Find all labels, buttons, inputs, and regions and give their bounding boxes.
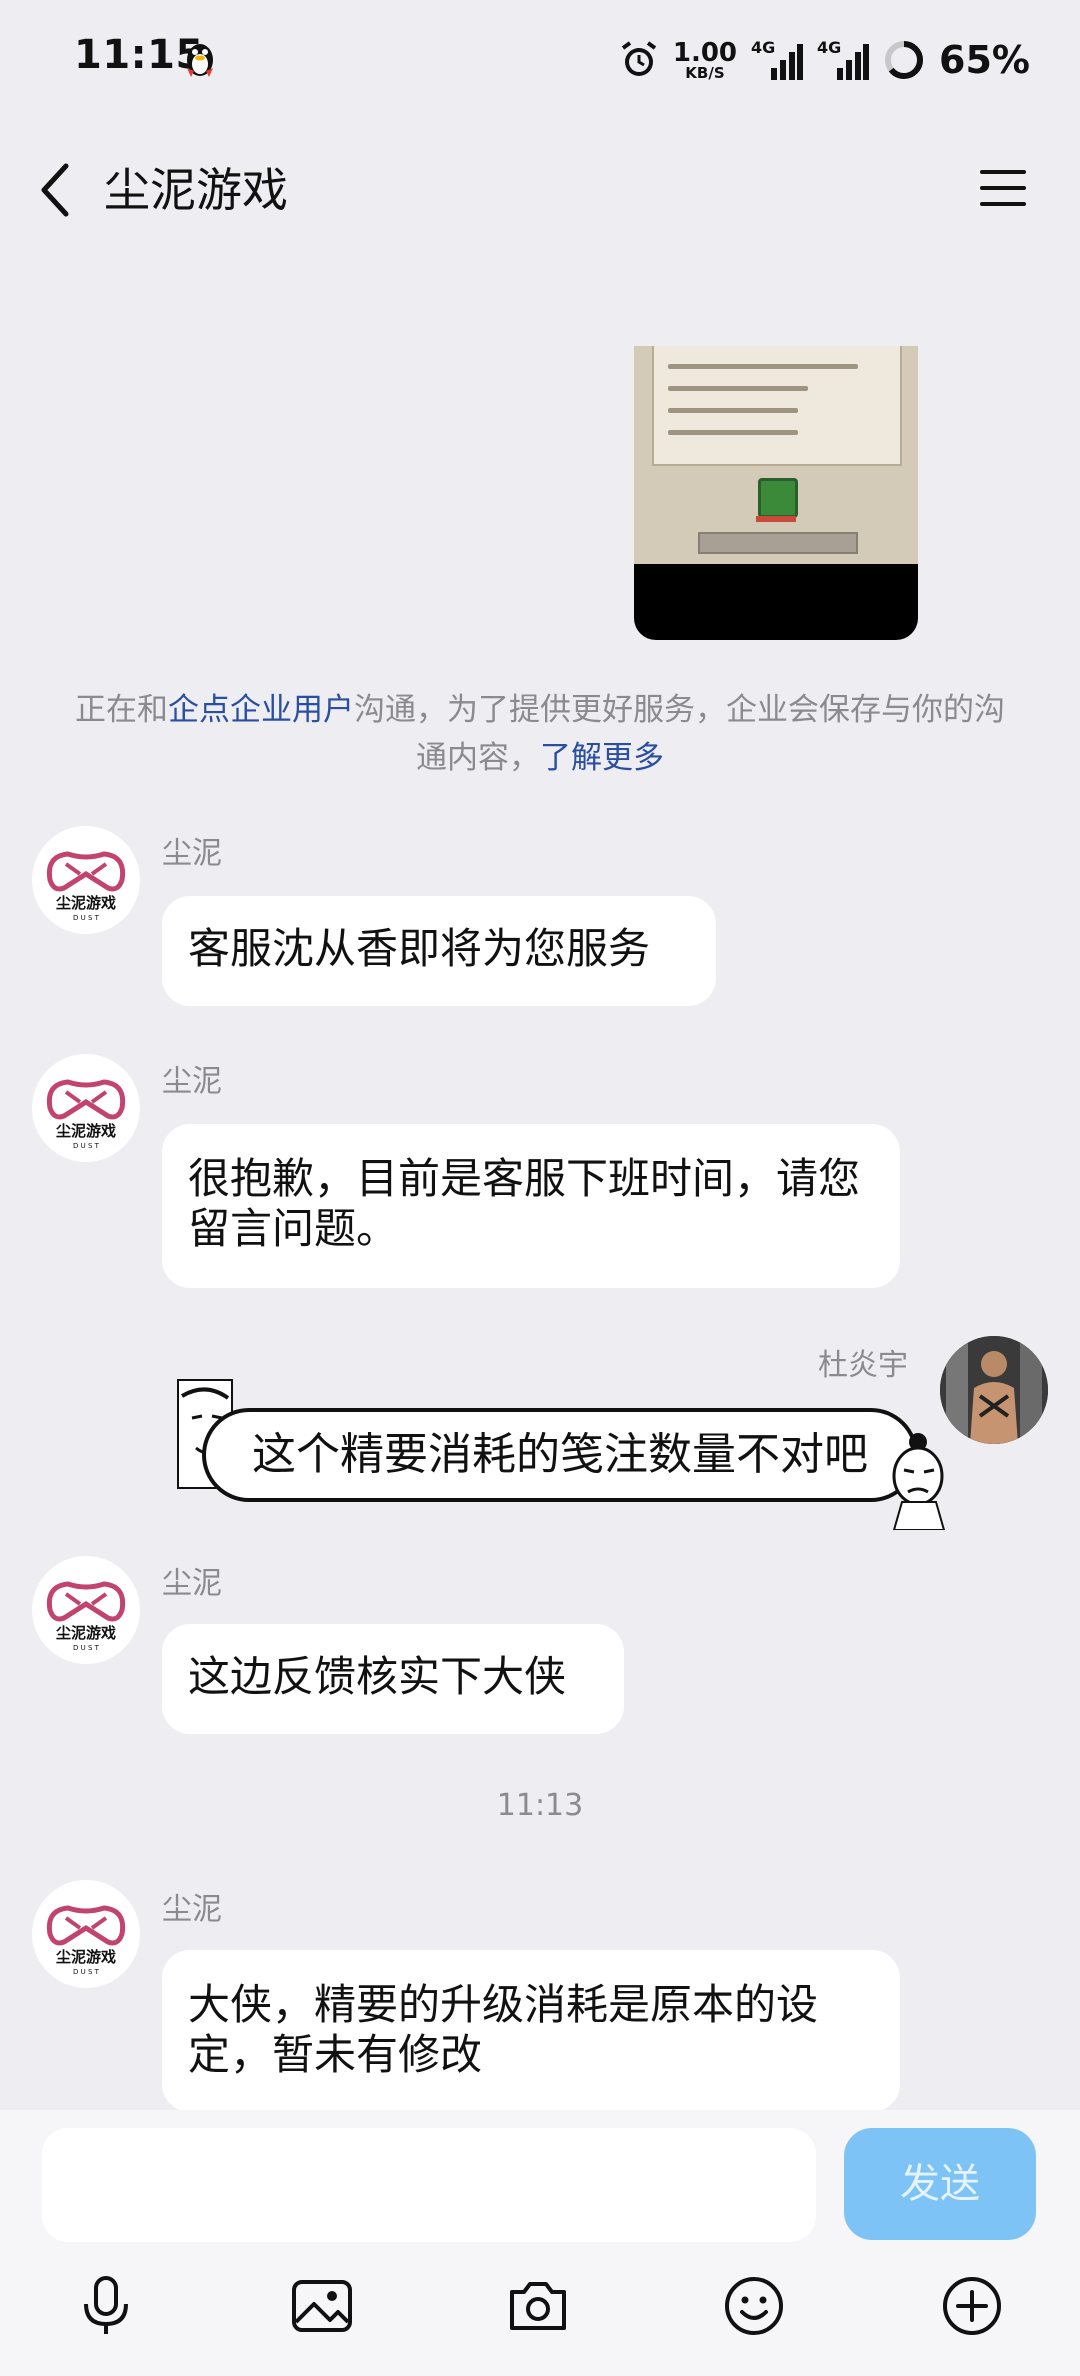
network-speed: 1.00 KB/S	[672, 37, 738, 82]
menu-icon[interactable]	[978, 166, 1028, 210]
enterprise-user-link[interactable]: 企点企业用户	[168, 692, 354, 728]
message-bubble[interactable]: 客服沈从香即将为您服务	[162, 896, 716, 1006]
sender-name: 尘泥	[162, 1892, 222, 1927]
dust-logo-icon: 尘泥游戏 D U S T	[46, 851, 126, 922]
message-bubble[interactable]: 很抱歉，目前是客服下班时间，请您留言问题。	[162, 1124, 900, 1288]
message-bubble[interactable]: 大侠，精要的升级消耗是原本的设定，暂未有修改	[162, 1950, 900, 2112]
message-input[interactable]	[42, 2128, 816, 2242]
emoji-icon[interactable]	[722, 2274, 786, 2338]
status-indicators: 1.00 KB/S 4G 4G 65%	[619, 30, 1030, 90]
alarm-icon	[621, 41, 657, 76]
enterprise-notice: 正在和企点企业用户沟通，为了提供更好服务，企业会保存与你的沟通内容，了解更多	[75, 692, 1005, 776]
microphone-icon[interactable]	[74, 2274, 138, 2338]
svg-text:尘泥游戏: 尘泥游戏	[56, 894, 116, 912]
sender-name: 尘泥	[162, 836, 222, 871]
battery-ring-icon	[885, 41, 924, 79]
plus-icon[interactable]	[940, 2274, 1004, 2338]
sticker-text: 这个精要消耗的笺注数量不对吧	[202, 1408, 918, 1502]
sticker-message[interactable]: 这个精要消耗的笺注数量不对吧	[176, 1378, 946, 1530]
svg-text:D U S T: D U S T	[73, 914, 100, 922]
avatar[interactable]: 尘泥游戏 D U S T	[32, 1556, 140, 1664]
signal-icon-2: 4G	[817, 38, 870, 82]
dust-logo-icon: 尘泥游戏 D U S T	[46, 1581, 126, 1652]
dust-logo-icon: 尘泥游戏 D U S T	[46, 1079, 126, 1150]
dust-logo-icon: 尘泥游戏 D U S T	[46, 1905, 126, 1976]
camera-icon[interactable]	[506, 2274, 570, 2338]
user-photo-icon	[940, 1336, 1048, 1444]
send-button[interactable]: 发送	[844, 2128, 1036, 2240]
avatar[interactable]: 尘泥游戏 D U S T	[32, 1054, 140, 1162]
user-avatar[interactable]	[940, 1336, 1048, 1444]
svg-text:D U S T: D U S T	[73, 1644, 100, 1652]
signal-icon-1: 4G	[751, 38, 804, 82]
message-bubble[interactable]: 这边反馈核实下大侠	[162, 1624, 624, 1734]
sender-name: 尘泥	[162, 1064, 222, 1099]
message-timestamp: 11:13	[496, 1788, 584, 1823]
learn-more-link[interactable]: 了解更多	[540, 740, 664, 776]
shared-screenshot-image[interactable]	[634, 346, 918, 640]
back-arrow-icon[interactable]	[36, 160, 76, 220]
sender-name: 尘泥	[162, 1566, 222, 1601]
chat-title: 尘泥游戏	[104, 163, 288, 217]
item-icon	[758, 478, 798, 518]
qq-penguin-icon	[187, 44, 213, 77]
meme-face-right-icon	[892, 1433, 946, 1530]
battery-percentage: 65%	[939, 38, 1030, 82]
svg-text:D U S T: D U S T	[73, 1968, 100, 1976]
svg-text:尘泥游戏: 尘泥游戏	[56, 1948, 116, 1966]
svg-text:尘泥游戏: 尘泥游戏	[56, 1624, 116, 1642]
avatar[interactable]: 尘泥游戏 D U S T	[32, 826, 140, 934]
avatar[interactable]: 尘泥游戏 D U S T	[32, 1880, 140, 1988]
image-icon[interactable]	[290, 2274, 354, 2338]
svg-text:尘泥游戏: 尘泥游戏	[56, 1122, 116, 1140]
svg-text:D U S T: D U S T	[73, 1142, 100, 1150]
